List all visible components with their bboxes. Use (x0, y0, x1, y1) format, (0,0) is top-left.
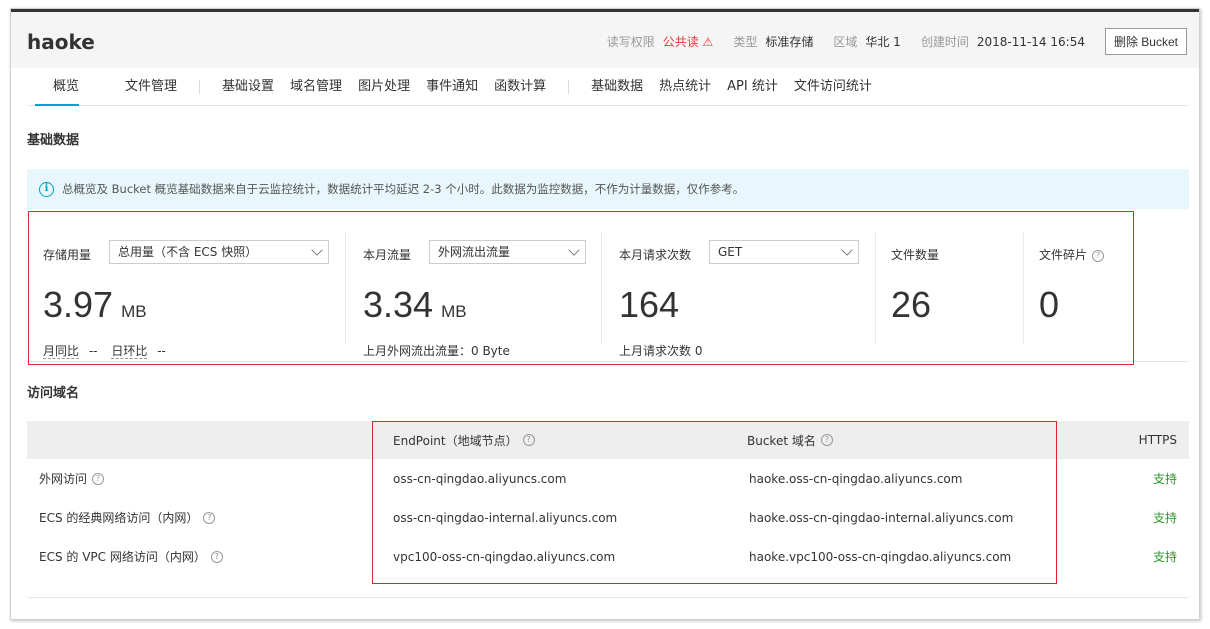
tab-divider (199, 79, 201, 94)
storage-scope-value: 总用量（不含 ECS 快照） (118, 245, 258, 259)
tab-basic-data[interactable]: 基础数据 (583, 68, 651, 106)
stat-fragments: 文件碎片? 0 (1039, 232, 1159, 342)
delete-bucket-button[interactable]: 删除 Bucket (1104, 28, 1187, 55)
stat-storage: 存储用量 总用量（不含 ECS 快照） 3.97 MB 月同比 -- 日环比 -- (43, 232, 333, 359)
row-name: ECS 的经典网络访问（内网）? (39, 498, 216, 537)
requests-last-month: 上月请求次数 0 (619, 344, 703, 358)
traffic-label: 本月流量 (363, 248, 412, 262)
type-label: 类型 (733, 35, 758, 49)
row-endpoint: oss-cn-qingdao-internal.aliyuncs.com (393, 510, 618, 525)
region-label: 区域 (833, 35, 858, 49)
domain-table: EndPoint（地域节点）? Bucket 域名? HTTPS 外网访问? o… (27, 421, 1189, 576)
traffic-value: 3.34 MB (363, 284, 467, 325)
type-value: 标准存储 (765, 35, 814, 49)
tab-file-access-stats[interactable]: 文件访问统计 (786, 68, 880, 106)
help-icon[interactable]: ? (820, 434, 833, 446)
dod-label[interactable]: 日环比 (111, 344, 148, 359)
help-icon[interactable]: ? (92, 472, 105, 485)
help-icon[interactable]: ? (522, 434, 535, 446)
tab-event-notification[interactable]: 事件通知 (418, 68, 486, 106)
help-icon[interactable]: ? (1092, 249, 1105, 262)
stat-divider (345, 232, 346, 344)
help-icon[interactable]: ? (210, 550, 223, 563)
storage-unit: MB (121, 302, 147, 321)
row-https: 支持 (1152, 511, 1177, 525)
row-endpoint: vpc100-oss-cn-qingdao.aliyuncs.com (393, 549, 616, 564)
created-label: 创建时间 (920, 35, 969, 49)
read-write-label: 读写权限 (606, 35, 655, 49)
basic-data-title: 基础数据 (27, 133, 80, 148)
chevron-down-icon (568, 244, 580, 256)
tab-function-compute[interactable]: 函数计算 (486, 68, 554, 106)
row-name: 外网访问? (39, 459, 105, 498)
traffic-type-select[interactable]: 外网流出流量 (429, 240, 586, 264)
dod-value: -- (157, 344, 166, 358)
storage-label: 存储用量 (43, 248, 92, 262)
mom-label[interactable]: 月同比 (43, 344, 80, 359)
mom-value: -- (88, 344, 98, 358)
help-icon[interactable]: ? (203, 511, 216, 524)
tab-file-management[interactable]: 文件管理 (117, 68, 185, 106)
row-bucket-domain: haoke.vpc100-oss-cn-qingdao.aliyuncs.com (749, 549, 1012, 564)
table-row: ECS 的 VPC 网络访问（内网）? vpc100-oss-cn-qingda… (27, 537, 1189, 576)
table-header: EndPoint（地域节点）? Bucket 域名? HTTPS (27, 421, 1189, 459)
tab-divider (568, 79, 570, 94)
bucket-meta: 读写权限 公共读 ⚠ 类型 标准存储 区域 华北 1 创建时间 2018-11-… (607, 28, 1187, 55)
row-bucket-domain: haoke.oss-cn-qingdao.aliyuncs.com (749, 471, 963, 486)
table-row: 外网访问? oss-cn-qingdao.aliyuncs.com haoke.… (27, 459, 1189, 498)
tab-hotspot-stats[interactable]: 热点统计 (651, 68, 719, 106)
info-notice-text: 总概览及 Bucket 概览基础数据来自于云监控统计，数据统计平均延迟 2-3 … (62, 182, 745, 196)
storage-comparison: 月同比 -- 日环比 -- (43, 342, 166, 359)
bucket-domain-header: Bucket 域名? (747, 421, 833, 459)
traffic-type-value: 外网流出流量 (438, 245, 511, 259)
chevron-down-icon (311, 244, 323, 256)
files-label: 文件数量 (891, 248, 940, 262)
storage-scope-select[interactable]: 总用量（不含 ECS 快照） (109, 240, 329, 264)
row-name: ECS 的 VPC 网络访问（内网）? (39, 537, 223, 576)
console-window: haoke 读写权限 公共读 ⚠ 类型 标准存储 区域 华北 1 创建时间 20… (10, 8, 1200, 620)
traffic-unit: MB (441, 302, 467, 321)
bucket-name: haoke (27, 30, 95, 54)
row-https: 支持 (1152, 472, 1177, 486)
files-value: 26 (891, 284, 932, 325)
info-icon: i (39, 181, 54, 197)
requests-value: 164 (619, 284, 680, 325)
info-notice: i 总概览及 Bucket 概览基础数据来自于云监控统计，数据统计平均延迟 2-… (27, 169, 1189, 209)
row-https: 支持 (1152, 550, 1177, 564)
stat-divider (1023, 232, 1024, 344)
row-endpoint: oss-cn-qingdao.aliyuncs.com (393, 471, 567, 486)
tab-image-processing[interactable]: 图片处理 (350, 68, 418, 106)
read-write-value: 公共读 ⚠ (662, 35, 714, 49)
tab-basic-settings[interactable]: 基础设置 (214, 68, 282, 106)
tab-api-stats[interactable]: API 统计 (719, 68, 786, 106)
request-method-value: GET (718, 245, 743, 259)
table-row: ECS 的经典网络访问（内网）? oss-cn-qingdao-internal… (27, 498, 1189, 537)
stat-traffic: 本月流量 外网流出流量 3.34 MB 上月外网流出流量：0 Byte (363, 232, 603, 358)
fragments-value: 0 (1039, 284, 1060, 325)
tab-domain-management[interactable]: 域名管理 (282, 68, 350, 106)
stat-divider (601, 232, 602, 344)
warning-icon: ⚠ (702, 35, 714, 49)
bucket-header: haoke 读写权限 公共读 ⚠ 类型 标准存储 区域 华北 1 创建时间 20… (11, 12, 1199, 68)
stat-files: 文件数量 26 (891, 232, 1011, 342)
traffic-last-month: 上月外网流出流量：0 Byte (363, 344, 510, 358)
requests-label: 本月请求次数 (619, 248, 692, 262)
row-bucket-domain: haoke.oss-cn-qingdao-internal.aliyuncs.c… (749, 510, 1014, 525)
bottom-divider (27, 597, 1189, 598)
tab-overview[interactable]: 概览 (27, 68, 87, 106)
endpoint-header: EndPoint（地域节点）? (393, 421, 535, 459)
chevron-down-icon (841, 244, 853, 256)
tab-bar: 概览 文件管理 基础设置 域名管理 图片处理 事件通知 函数计算 基础数据 热点… (27, 68, 1189, 106)
stat-divider (875, 232, 876, 344)
fragments-label: 文件碎片? (1039, 246, 1105, 263)
stats-panel: 存储用量 总用量（不含 ECS 快照） 3.97 MB 月同比 -- 日环比 --… (27, 212, 1189, 362)
request-method-select[interactable]: GET (709, 240, 859, 264)
storage-value: 3.97 MB (43, 284, 147, 325)
region-value: 华北 1 (865, 35, 901, 49)
created-value: 2018-11-14 16:54 (976, 34, 1085, 49)
access-domain-title: 访问域名 (27, 386, 80, 401)
stat-requests: 本月请求次数 GET 164 上月请求次数 0 (619, 232, 869, 358)
https-header: HTTPS (1138, 433, 1177, 447)
